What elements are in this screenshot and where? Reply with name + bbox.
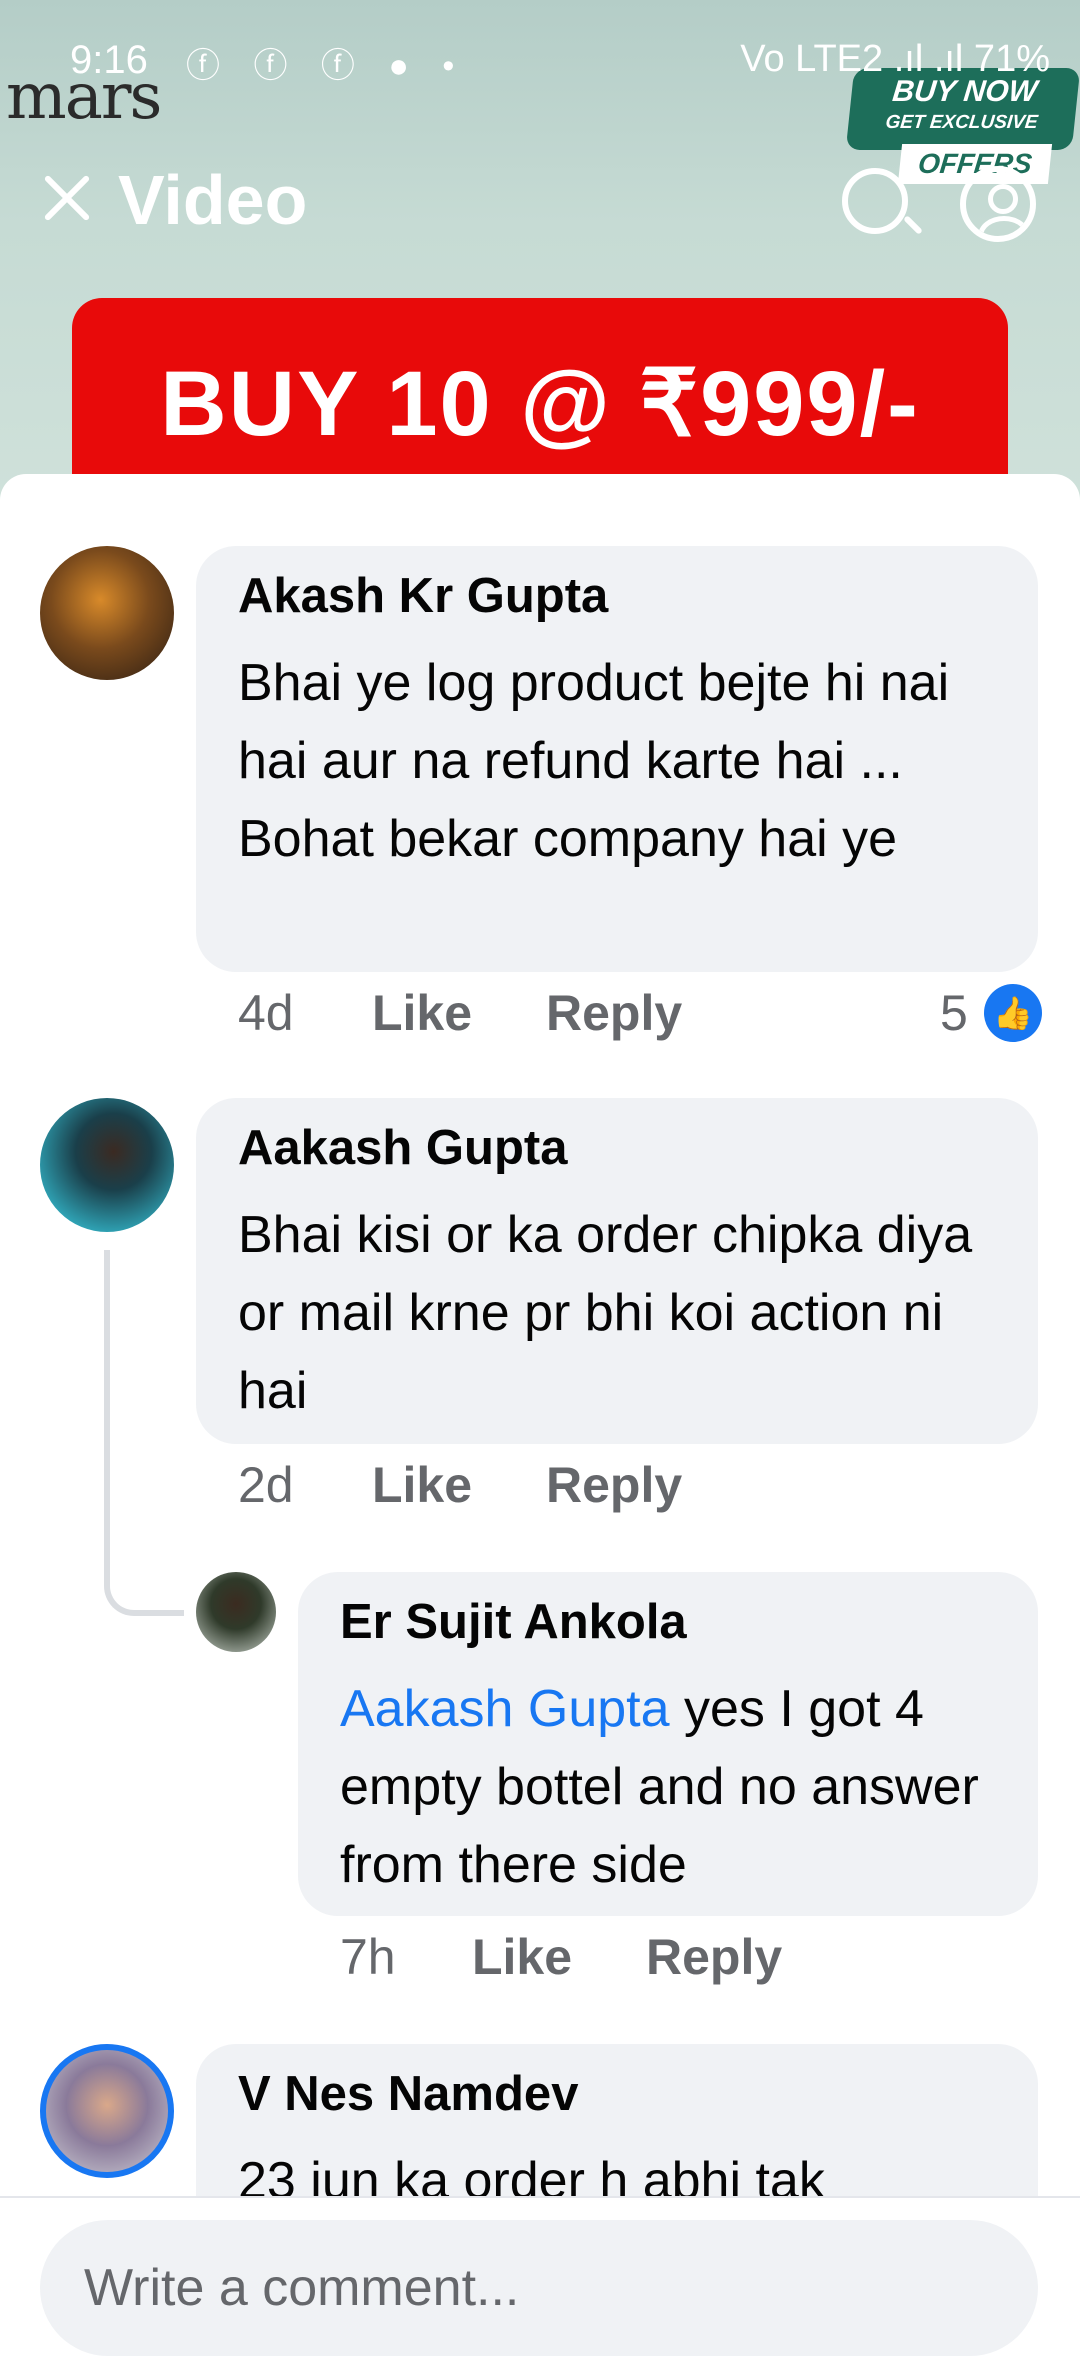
- status-bar: 9:16 ⓕ ⓕ ⓕ ● • Vo LTE2 .ıl .ıl 71%: [0, 30, 1080, 100]
- comment-time: 4d: [238, 985, 294, 1041]
- reply-bubble[interactable]: Er Sujit Ankola Aakash Gupta yes I got 4…: [298, 1572, 1038, 1916]
- get-exclusive-text: GET EXCLUSIVE: [884, 112, 1039, 133]
- status-indicators: Vo LTE2 .ıl .ıl 71%: [740, 38, 1050, 80]
- reply-button[interactable]: Reply: [646, 1928, 782, 1986]
- comment-bubble[interactable]: Akash Kr Gupta Bhai ye log product bejte…: [196, 546, 1038, 972]
- page-title: Video: [118, 161, 308, 239]
- promo-text: BUY 10 @ ₹999/-: [160, 353, 920, 455]
- avatar[interactable]: [196, 1572, 276, 1652]
- like-button[interactable]: Like: [372, 984, 472, 1042]
- comment-time: 7h: [340, 1929, 396, 1985]
- comment-author[interactable]: Er Sujit Ankola: [340, 1594, 687, 1650]
- comment-time: 2d: [238, 1457, 294, 1513]
- avatar[interactable]: [40, 1098, 174, 1232]
- comment-text: Bhai kisi or ka order chipka diya or mai…: [238, 1206, 973, 1420]
- close-icon[interactable]: [34, 166, 98, 230]
- comments-sheet: Akash Kr Gupta Bhai ye log product bejte…: [0, 474, 1080, 2376]
- notification-icons: ⓕ ⓕ ⓕ ● •: [186, 47, 467, 85]
- reaction-count[interactable]: 5: [940, 984, 968, 1042]
- comment-text: Aakash Gupta yes I got 4 empty bottel an…: [340, 1670, 1002, 1904]
- profile-icon[interactable]: [960, 166, 1036, 242]
- reply-button[interactable]: Reply: [546, 984, 682, 1042]
- thumbs-up-icon[interactable]: 👍: [984, 984, 1042, 1042]
- mention-link[interactable]: Aakash Gupta: [340, 1680, 670, 1738]
- avatar[interactable]: [40, 546, 174, 680]
- like-button[interactable]: Like: [372, 1456, 472, 1514]
- comment-text: Bhai ye log product bejte hi nai hai aur…: [238, 654, 950, 868]
- comment-author[interactable]: V Nes Namdev: [238, 2066, 578, 2122]
- comment-composer: Write a comment...: [0, 2196, 1080, 2378]
- status-time: 9:16: [70, 38, 148, 82]
- comment-input[interactable]: Write a comment...: [40, 2220, 1038, 2356]
- avatar[interactable]: [40, 2044, 174, 2178]
- comment-author[interactable]: Aakash Gupta: [238, 1120, 567, 1176]
- like-button[interactable]: Like: [472, 1928, 572, 1986]
- search-icon[interactable]: [842, 168, 908, 234]
- comment-bubble[interactable]: Aakash Gupta Bhai kisi or ka order chipk…: [196, 1098, 1038, 1444]
- comment-author[interactable]: Akash Kr Gupta: [238, 568, 608, 624]
- video-header: Video: [0, 160, 1080, 260]
- reply-thread-line: [104, 1250, 184, 1616]
- reply-button[interactable]: Reply: [546, 1456, 682, 1514]
